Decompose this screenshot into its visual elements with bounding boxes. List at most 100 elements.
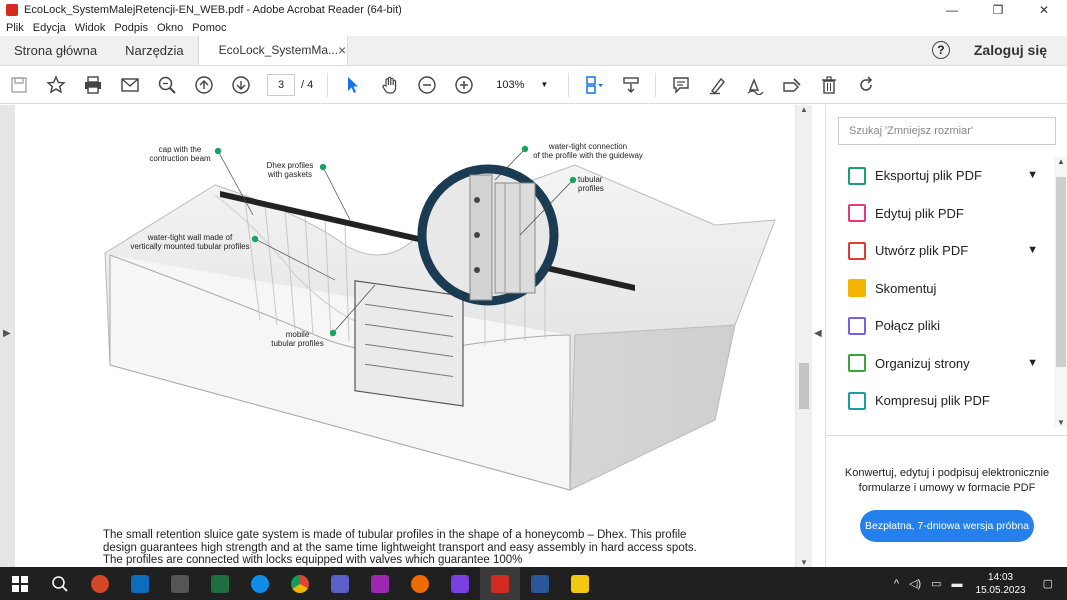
tool-compress-pdf[interactable]: Kompresuj plik PDF xyxy=(826,382,1054,420)
page-number-input[interactable]: 3 xyxy=(267,73,295,96)
tool-comment[interactable]: Skomentuj xyxy=(826,270,1054,308)
search-icon[interactable] xyxy=(40,567,80,600)
rotate-icon[interactable] xyxy=(847,66,884,104)
tool-organize-pages[interactable]: Organizuj strony ▼ xyxy=(826,345,1054,383)
page-up-icon[interactable] xyxy=(185,66,222,104)
tools-list: Eksportuj plik PDF ▼ Edytuj plik PDF Utw… xyxy=(826,157,1054,420)
excel-icon[interactable] xyxy=(200,567,240,600)
clipchamp-icon[interactable] xyxy=(440,567,480,600)
create-pdf-icon xyxy=(848,241,866,260)
menu-window[interactable]: Okno xyxy=(157,22,183,34)
sign-icon[interactable] xyxy=(736,66,773,104)
scroll-down-icon[interactable]: ▼ xyxy=(800,558,808,567)
speaker-icon[interactable]: ◁) xyxy=(909,577,921,590)
word-icon[interactable] xyxy=(520,567,560,600)
label-cap: cap with the contruction beam xyxy=(149,145,211,163)
scroll-mode-icon[interactable] xyxy=(612,66,649,104)
page-down-icon[interactable] xyxy=(222,66,259,104)
clock[interactable]: 14:03 15.05.2023 xyxy=(976,571,1026,597)
teams-icon[interactable] xyxy=(320,567,360,600)
anydesk-icon[interactable] xyxy=(400,567,440,600)
zoom-out-icon[interactable] xyxy=(408,66,445,104)
tool-label: Kompresuj plik PDF xyxy=(875,393,990,409)
help-icon[interactable]: ? xyxy=(931,41,950,59)
right-panel-toggle-icon[interactable]: ◀ xyxy=(814,328,822,339)
scroll-down-icon[interactable]: ▼ xyxy=(1057,418,1065,427)
clock-time: 14:03 xyxy=(988,571,1014,583)
window-controls: — ❐ ✕ xyxy=(929,0,1067,20)
tools-scrollbar[interactable]: ▲ ▼ xyxy=(1054,157,1067,427)
star-icon[interactable] xyxy=(37,66,74,104)
tool-combine-files[interactable]: Połącz pliki xyxy=(826,307,1054,345)
chevron-down-icon[interactable]: ▼ xyxy=(1027,357,1038,369)
tool-label: Utwórz plik PDF xyxy=(875,243,969,259)
scroll-up-icon[interactable]: ▲ xyxy=(800,105,808,114)
save-icon[interactable] xyxy=(0,66,37,104)
tab-home[interactable]: Strona główna xyxy=(0,35,111,65)
windows-taskbar: ^ ◁) ▭ ▬ 14:03 15.05.2023 ▢ xyxy=(0,567,1067,600)
toolbar-divider xyxy=(655,72,657,97)
page-view-icon[interactable] xyxy=(575,66,612,104)
tab-tools[interactable]: Narzędzia xyxy=(111,35,198,65)
close-tab-icon[interactable]: × xyxy=(338,42,346,58)
tools-search-input[interactable]: Szukaj 'Zmniejsz rozmiar' xyxy=(838,117,1056,145)
menu-sign[interactable]: Podpis xyxy=(114,22,148,34)
app-icon[interactable] xyxy=(160,567,200,600)
tray-chevron-up-icon[interactable]: ^ xyxy=(894,578,899,590)
comment-icon[interactable] xyxy=(662,66,699,104)
menu-file[interactable]: Plik xyxy=(6,22,24,34)
toolbar-divider xyxy=(327,72,329,97)
scrollbar-thumb[interactable] xyxy=(799,363,809,409)
tab-document[interactable]: EcoLock_SystemMa... × xyxy=(197,35,348,65)
hand-icon[interactable] xyxy=(371,66,408,104)
scroll-up-icon[interactable]: ▲ xyxy=(1057,157,1065,166)
menu-edit[interactable]: Edycja xyxy=(33,22,66,34)
tool-create-pdf[interactable]: Utwórz plik PDF ▼ xyxy=(826,232,1054,270)
login-button[interactable]: Zaloguj się xyxy=(974,42,1047,58)
file-explorer-icon[interactable] xyxy=(560,567,600,600)
print-icon[interactable] xyxy=(74,66,111,104)
maximize-button[interactable]: ❐ xyxy=(975,0,1021,20)
tool-label: Organizuj strony xyxy=(875,355,970,371)
zoom-select[interactable]: 103% ▼ xyxy=(492,74,552,96)
chrome-icon[interactable] xyxy=(280,567,320,600)
network-icon[interactable]: ▬ xyxy=(952,578,963,590)
menu-help[interactable]: Pomoc xyxy=(192,22,226,34)
teamviewer-icon[interactable] xyxy=(240,567,280,600)
tab-bar: Strona główna Narzędzia EcoLock_SystemMa… xyxy=(0,35,1067,66)
free-trial-button[interactable]: Bezpłatna, 7-dniowa wersja próbna xyxy=(860,510,1034,542)
zoom-in-icon[interactable] xyxy=(445,66,482,104)
left-panel-toggle-icon[interactable]: ▶ xyxy=(3,328,11,339)
windows-start-icon[interactable] xyxy=(0,567,40,600)
document-scrollbar[interactable]: ▲ ▼ xyxy=(796,105,812,567)
notifications-icon[interactable]: ▢ xyxy=(1043,577,1053,590)
trial-promo: Konwertuj, edytuj i podpisuj elektronicz… xyxy=(826,435,1067,567)
trash-icon[interactable] xyxy=(810,66,847,104)
label-mobile: mobile tubular profiles xyxy=(271,330,324,348)
scrollbar-thumb[interactable] xyxy=(1056,177,1066,367)
tool-edit-pdf[interactable]: Edytuj plik PDF xyxy=(826,195,1054,233)
fill-sign-icon[interactable] xyxy=(773,66,810,104)
clip-icon[interactable] xyxy=(360,567,400,600)
page-total: / 4 xyxy=(301,78,314,91)
mail-icon[interactable] xyxy=(111,66,148,104)
outlook-icon[interactable] xyxy=(120,567,160,600)
acrobat-taskbar-icon[interactable] xyxy=(480,567,520,600)
chevron-down-icon[interactable]: ▼ xyxy=(1027,169,1038,181)
combine-files-icon xyxy=(848,316,866,335)
zoom-value: 103% xyxy=(496,78,525,91)
title-bar: EcoLock_SystemMalejRetencji-EN_WEB.pdf -… xyxy=(0,0,1067,20)
powerpoint-icon[interactable] xyxy=(80,567,120,600)
search-icon[interactable] xyxy=(148,66,185,104)
gate-frame xyxy=(354,280,464,407)
tool-label: Połącz pliki xyxy=(875,318,941,334)
display-icon[interactable]: ▭ xyxy=(931,577,941,590)
menu-view[interactable]: Widok xyxy=(75,22,106,34)
close-window-button[interactable]: ✕ xyxy=(1021,0,1067,20)
tool-export-pdf[interactable]: Eksportuj plik PDF ▼ xyxy=(826,157,1054,195)
highlight-icon[interactable] xyxy=(699,66,736,104)
minimize-button[interactable]: — xyxy=(929,0,975,20)
document-viewport[interactable]: cap with the contruction beam Dhex profi… xyxy=(0,105,812,567)
chevron-down-icon[interactable]: ▼ xyxy=(1027,244,1038,256)
select-cursor-icon[interactable] xyxy=(334,66,371,104)
